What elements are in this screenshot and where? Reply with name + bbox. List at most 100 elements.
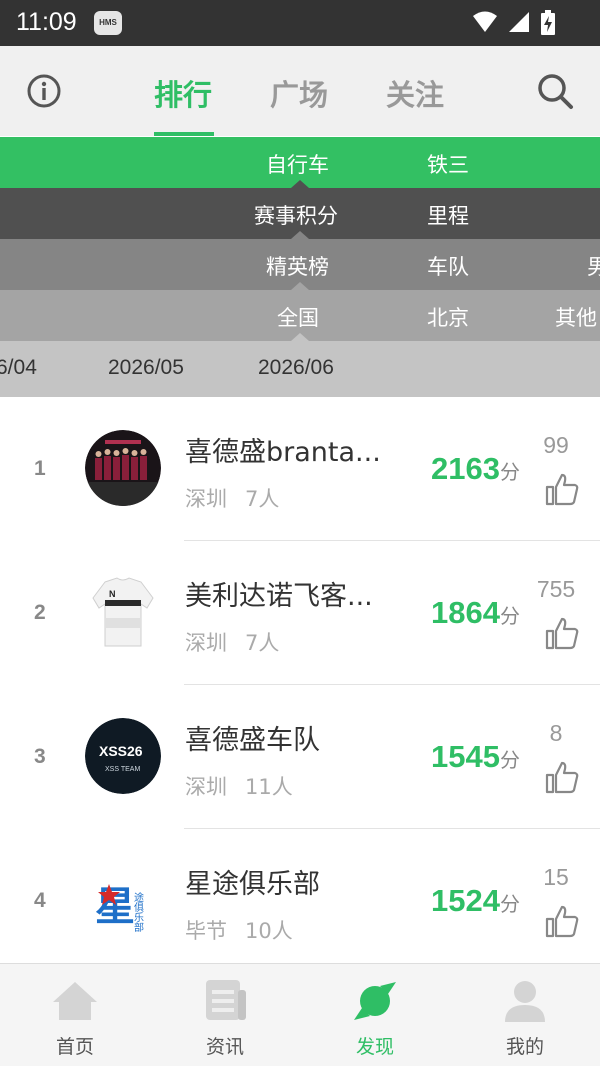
profile-icon xyxy=(505,981,545,1022)
filter-region-national[interactable]: 全国 xyxy=(277,302,319,332)
tab-square[interactable]: 广场 xyxy=(270,72,328,114)
ranking-row[interactable]: 3 XSS26 XSS TEAM 喜德盛车队 深圳 11人 1545分 8 xyxy=(0,685,600,829)
team-city: 毕节 xyxy=(185,919,227,943)
team-city: 深圳 xyxy=(185,775,227,799)
avatar-logo-text: XSS26 xyxy=(99,743,143,759)
hms-badge-icon: HMS xyxy=(94,11,122,35)
filter-ranking-team[interactable]: 车队 xyxy=(427,251,469,281)
team-member-count: 10人 xyxy=(245,919,293,943)
nav-label: 资讯 xyxy=(205,1036,244,1058)
nav-discover[interactable]: 发现 xyxy=(300,964,450,1067)
month-filter-bar: 6/04 2026/05 2026/06 xyxy=(0,341,600,397)
team-name: 星途俱乐部 xyxy=(185,869,320,900)
team-avatar: 星 途俱乐部 xyxy=(85,862,161,938)
nav-label: 首页 xyxy=(55,1036,94,1058)
team-score: 2163分 xyxy=(431,451,520,487)
score-value: 2163 xyxy=(431,451,500,486)
thumbs-up-icon[interactable] xyxy=(544,903,580,939)
score-unit: 分 xyxy=(500,462,520,484)
selection-pointer xyxy=(291,180,309,188)
score-unit: 分 xyxy=(500,894,520,916)
nav-home[interactable]: 首页 xyxy=(0,964,150,1067)
selection-pointer xyxy=(291,333,309,341)
team-name: 美利达诺飞客... xyxy=(185,581,373,612)
status-time: 11:09 xyxy=(16,8,77,36)
rank-number: 4 xyxy=(34,889,46,912)
team-score: 1545分 xyxy=(431,739,520,775)
filter-region-other[interactable]: 其他 xyxy=(555,302,597,332)
search-icon[interactable] xyxy=(536,72,574,110)
filter-month-2026-06[interactable]: 2026/06 xyxy=(258,356,334,380)
signal-icon xyxy=(508,12,529,32)
team-member-count: 11人 xyxy=(245,775,293,799)
team-meta: 深圳 11人 xyxy=(185,771,293,801)
team-name: 喜德盛车队 xyxy=(185,725,320,756)
ranking-row[interactable]: 4 星 途俱乐部 星途俱乐部 毕节 10人 1524分 15 xyxy=(0,829,600,973)
ranking-row[interactable]: 2 N 美利达诺飞客... 深圳 7人 1864分 755 xyxy=(0,541,600,685)
score-value: 1864 xyxy=(431,595,500,630)
team-meta: 深圳 7人 xyxy=(185,483,279,513)
filter-sport-triathlon[interactable]: 铁三 xyxy=(427,149,469,179)
thumbs-up-icon[interactable] xyxy=(544,615,580,651)
score-value: 1545 xyxy=(431,739,500,774)
info-icon[interactable] xyxy=(26,73,62,109)
avatar-logo-text: 途俱乐部 xyxy=(132,891,144,933)
like-count: 755 xyxy=(536,576,576,602)
filter-month-2026-05[interactable]: 2026/05 xyxy=(108,356,184,380)
team-score: 1864分 xyxy=(431,595,520,631)
team-meta: 深圳 7人 xyxy=(185,627,279,657)
team-score: 1524分 xyxy=(431,883,520,919)
home-icon xyxy=(53,982,97,1020)
nav-label: 我的 xyxy=(505,1036,544,1058)
ranking-row[interactable]: 1 喜德盛branta... 深圳 7人 2163分 99 xyxy=(0,397,600,541)
filter-ranking-male[interactable]: 男 xyxy=(587,251,600,281)
avatar-logo-text: XSS TEAM xyxy=(105,766,140,773)
rank-number: 2 xyxy=(34,601,46,624)
like-count: 99 xyxy=(543,432,569,458)
like-count: 8 xyxy=(549,720,563,746)
nav-label: 发现 xyxy=(355,1036,394,1058)
nav-profile[interactable]: 我的 xyxy=(450,964,600,1067)
team-city: 深圳 xyxy=(185,487,227,511)
nav-news[interactable]: 资讯 xyxy=(150,964,300,1067)
active-tab-indicator xyxy=(154,132,214,136)
region-filter-bar: 全国 北京 其他 xyxy=(0,290,600,341)
avatar-logo-text: 星 xyxy=(95,884,135,930)
rank-number: 1 xyxy=(34,457,46,480)
score-unit: 分 xyxy=(500,606,520,628)
selection-pointer xyxy=(291,282,309,290)
battery-icon xyxy=(541,10,555,35)
wifi-icon xyxy=(472,11,497,32)
news-icon xyxy=(206,980,246,1020)
rank-number: 3 xyxy=(34,745,46,768)
filter-region-beijing[interactable]: 北京 xyxy=(427,302,469,332)
team-member-count: 7人 xyxy=(245,631,280,655)
top-nav-bar: 排行 广场 关注 xyxy=(0,46,600,136)
thumbs-up-icon[interactable] xyxy=(544,759,580,795)
filter-ranking-elite[interactable]: 精英榜 xyxy=(266,251,329,281)
team-member-count: 7人 xyxy=(245,487,280,511)
score-unit: 分 xyxy=(500,750,520,772)
team-city: 深圳 xyxy=(185,631,227,655)
team-name: 喜德盛branta... xyxy=(185,437,381,468)
selection-pointer xyxy=(291,231,309,239)
tab-follow[interactable]: 关注 xyxy=(386,72,444,114)
score-value: 1524 xyxy=(431,883,500,918)
team-avatar: N xyxy=(85,574,161,650)
filter-category-mileage[interactable]: 里程 xyxy=(427,200,469,230)
filter-sport-cycling[interactable]: 自行车 xyxy=(266,149,329,179)
like-count: 15 xyxy=(543,864,569,890)
filter-month-2026-04[interactable]: 6/04 xyxy=(0,356,37,380)
status-bar: 11:09 HMS xyxy=(0,0,600,46)
team-avatar: XSS26 XSS TEAM xyxy=(85,718,161,794)
bottom-nav-bar: 首页 资讯 发现 我的 xyxy=(0,963,600,1066)
team-meta: 毕节 10人 xyxy=(185,915,293,945)
svg-text:N: N xyxy=(109,589,116,599)
discover-icon xyxy=(354,982,396,1020)
tab-ranking[interactable]: 排行 xyxy=(154,72,212,114)
system-icons xyxy=(468,10,556,36)
sport-filter-bar: 自行车 铁三 xyxy=(0,137,600,188)
filter-category-points[interactable]: 赛事积分 xyxy=(254,200,338,230)
thumbs-up-icon[interactable] xyxy=(544,471,580,507)
ranking-type-filter-bar: 精英榜 车队 男 xyxy=(0,239,600,290)
